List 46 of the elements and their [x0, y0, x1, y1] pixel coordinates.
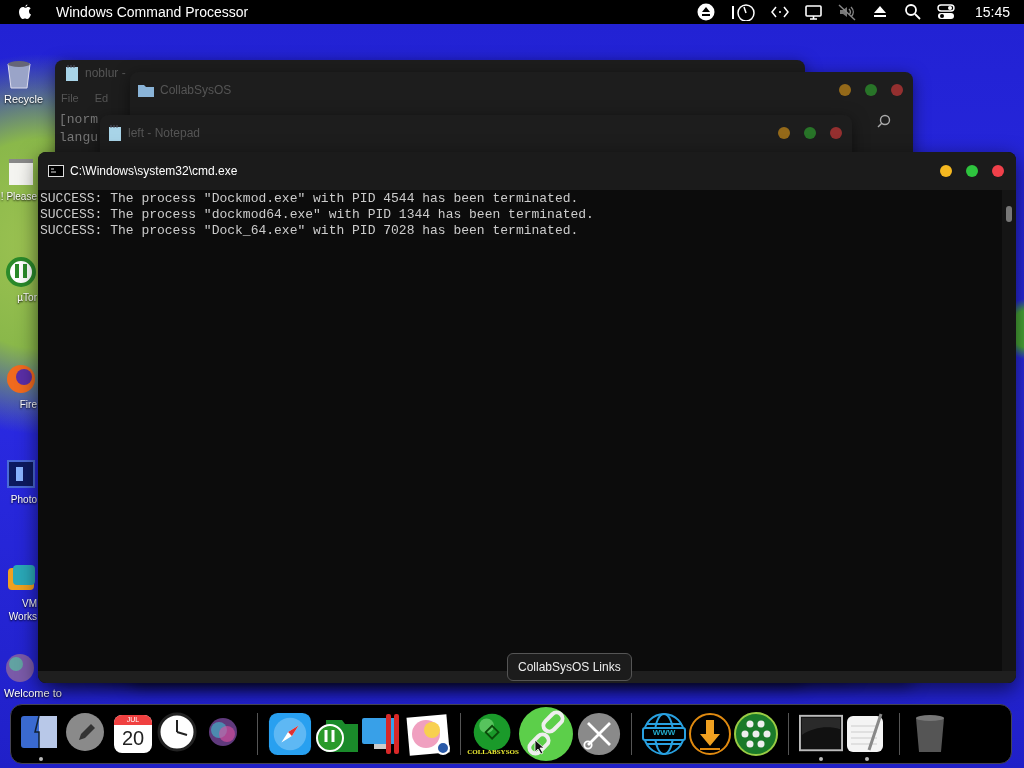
control-center-icon[interactable]: [936, 3, 955, 21]
icon-label[interactable]: Photo: [10, 493, 37, 506]
search-icon[interactable]: [903, 3, 921, 21]
eject-icon[interactable]: [696, 3, 715, 21]
text-line: langu: [59, 128, 98, 147]
close-button[interactable]: [992, 165, 1004, 177]
icon-label[interactable]: VM: [22, 597, 37, 610]
icon-label[interactable]: Works: [8, 610, 37, 623]
chain-link-icon[interactable]: [518, 706, 574, 762]
window-title: CollabSysOS: [160, 82, 232, 99]
monitor-icon[interactable]: [804, 3, 822, 21]
apple-icon[interactable]: [18, 4, 32, 20]
icon-label[interactable]: Recycle: [4, 93, 44, 106]
notepad-icon[interactable]: [108, 125, 122, 141]
console-line: SUCCESS: The process "Dockmod.exe" with PID 4544 has been terminated.: [40, 191, 580, 207]
scrollbar-thumb[interactable]: [1006, 206, 1012, 222]
text-line: [norm: [59, 110, 98, 129]
globe-icon[interactable]: [642, 712, 686, 756]
search-icon[interactable]: [877, 114, 891, 128]
tools-icon[interactable]: [577, 710, 621, 758]
download-icon[interactable]: [688, 712, 732, 756]
window-title: left - Notepad: [128, 125, 201, 142]
app-title[interactable]: Windows Command Processor: [56, 1, 249, 23]
orb-icon[interactable]: [4, 652, 36, 684]
firefox-icon[interactable]: [5, 363, 37, 395]
notepad-icon[interactable]: [65, 65, 79, 81]
tooltip: CollabSysOS Links: [507, 653, 632, 681]
folder-icon[interactable]: [138, 83, 154, 97]
mute-icon[interactable]: [837, 3, 856, 21]
photos-icon[interactable]: [406, 712, 450, 756]
cpu-gauge-icon[interactable]: [730, 3, 755, 21]
maximize-button[interactable]: [966, 165, 978, 177]
icon-label[interactable]: Fire: [19, 398, 37, 411]
calendar-day: 20: [121, 725, 145, 751]
compass-icon[interactable]: [268, 711, 312, 757]
clock-text[interactable]: 15:45: [974, 1, 1010, 23]
window-title: C:\Windows\system32\cmd.exe: [70, 163, 238, 180]
minimize-button[interactable]: [940, 165, 952, 177]
photoshop-icon[interactable]: [5, 458, 37, 490]
icon-label: WWW: [651, 727, 677, 739]
terminal-icon[interactable]: [48, 165, 64, 177]
console-line: SUCCESS: The process "Dock_64.exe" with PID 7028 has been terminated.: [40, 223, 580, 239]
scrollbar[interactable]: [1002, 190, 1016, 671]
icon-label[interactable]: Welcome to: [4, 687, 62, 700]
console-line: SUCCESS: The process "dockmod64.exe" with PID 1344 has been terminated.: [40, 207, 595, 223]
people-icon[interactable]: [734, 712, 778, 756]
